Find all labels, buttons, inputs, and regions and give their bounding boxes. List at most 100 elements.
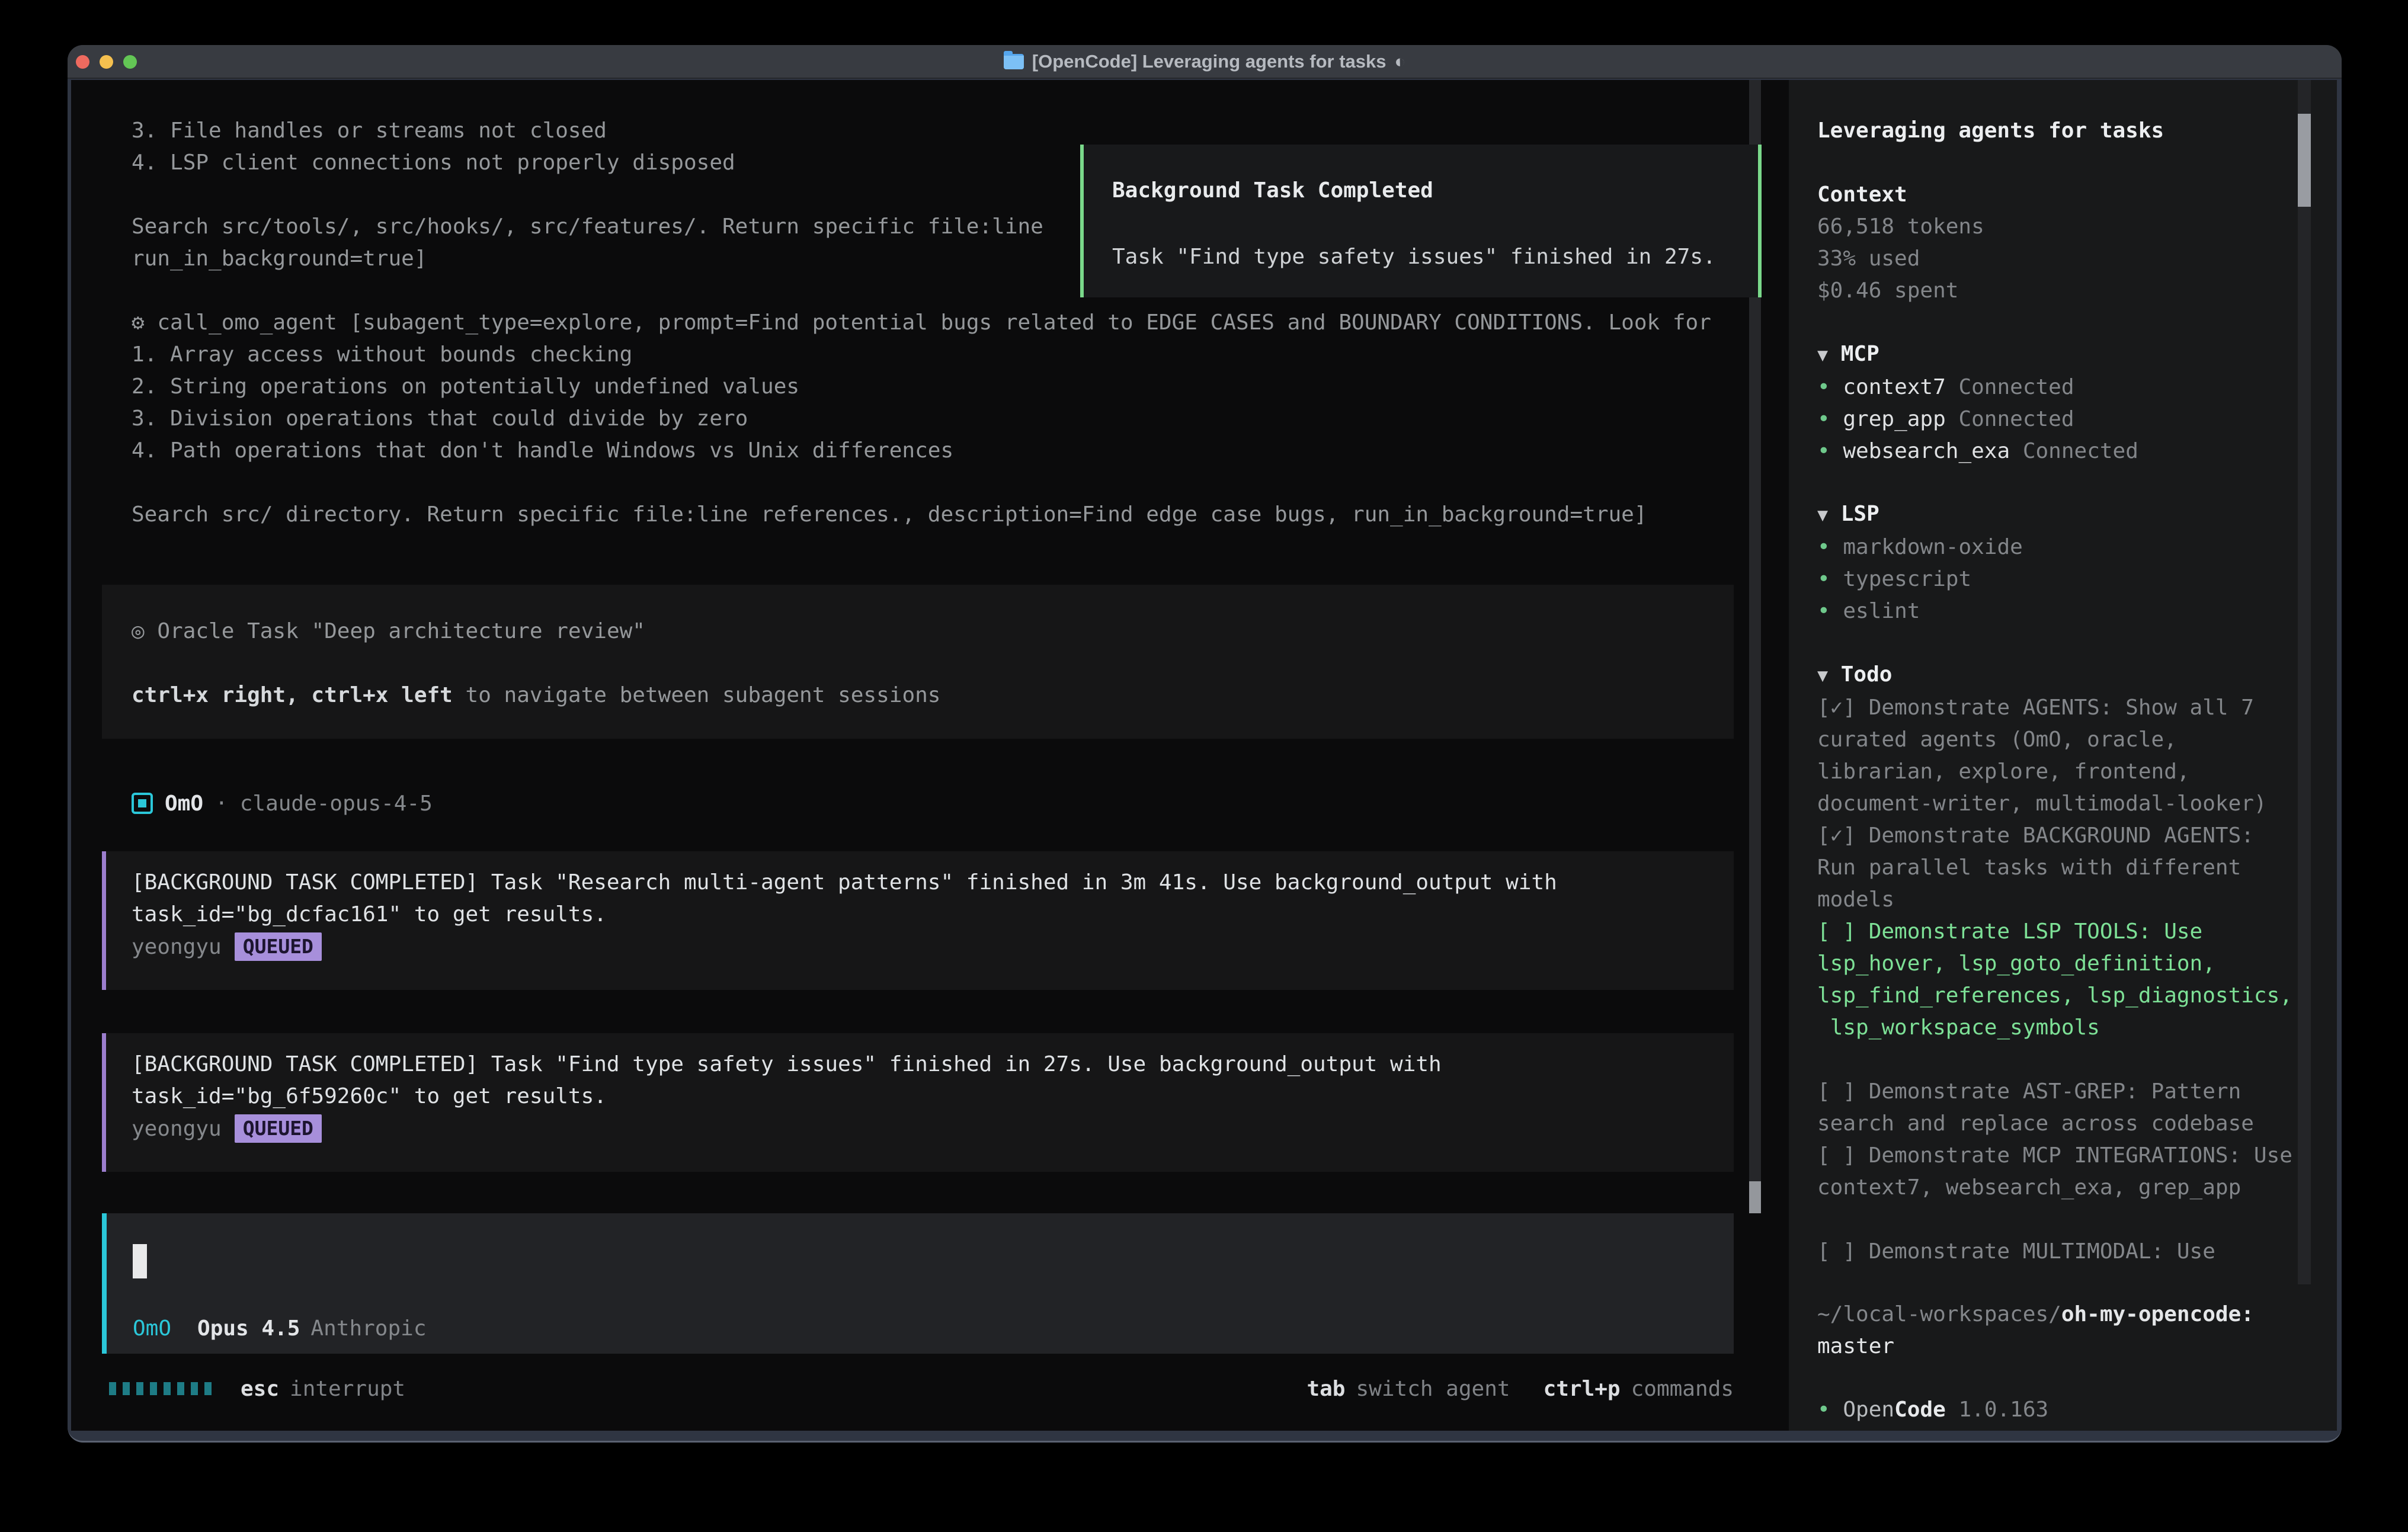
oracle-task-box: ◎ Oracle Task "Deep architecture review"…	[102, 585, 1734, 739]
toast-title: Background Task Completed	[1112, 178, 1758, 204]
minimize-button[interactable]	[100, 55, 113, 69]
bullet-icon: •	[1817, 375, 1830, 399]
screen: [OpenCode] Leveraging agents for tasks ◐…	[0, 0, 2408, 1532]
todo-item: [ ] Demonstrate LSP TOOLS: Use lsp_hover…	[1817, 916, 2303, 1044]
tab-key-label: tab	[1307, 1377, 1345, 1401]
chevron-down-icon: ▼	[1817, 345, 1828, 366]
lsp-item: • typescript	[1817, 563, 2309, 595]
provider-label: Anthropic	[310, 1316, 426, 1341]
window-title: [OpenCode] Leveraging agents for tasks ◐	[1004, 51, 1405, 72]
text-cursor	[133, 1244, 147, 1278]
transcript-line: Search src/tools/, src/hooks/, src/featu…	[132, 211, 1043, 243]
commands-hint: ctrl+p commands	[1544, 1377, 1734, 1401]
folder-icon	[1004, 54, 1024, 69]
mcp-section: ▼ MCP • context7 Connected • grep_app Co…	[1817, 338, 2309, 467]
chevron-down-icon: ▼	[1817, 665, 1828, 686]
todo-item: [ ] Demonstrate AST-GREP: Pattern search…	[1817, 1076, 2303, 1140]
mcp-item: • websearch_exa Connected	[1817, 435, 2309, 467]
window-controls	[76, 45, 137, 79]
agent-model: claude-opus-4-5	[240, 791, 433, 816]
sidebar-scrollbar-thumb[interactable]	[2298, 114, 2311, 207]
bullet-icon: •	[1817, 567, 1830, 591]
todo-heading[interactable]: ▼ Todo	[1817, 659, 2309, 692]
window-body: 3. File handles or streams not closed 4.…	[71, 80, 2337, 1428]
session-title: Leveraging agents for tasks	[1817, 115, 2309, 147]
todo-item: [✓] Demonstrate BACKGROUND AGENTS: Run p…	[1817, 820, 2303, 916]
bullet-icon: •	[1817, 535, 1830, 559]
context-spent: $0.46 spent	[1817, 275, 2309, 307]
bullet-icon: •	[1817, 439, 1830, 463]
transcript-line: 3. Division operations that could divide…	[132, 403, 748, 435]
chat-area: 3. File handles or streams not closed 4.…	[71, 80, 1789, 1431]
keyboard-shortcut: ctrl+x right, ctrl+x left	[132, 683, 453, 707]
message-meta: yeongyu QUEUED	[132, 1113, 1734, 1145]
agent-name: OmO	[165, 791, 203, 816]
interrupt-hint: esc interrupt	[241, 1377, 405, 1401]
oracle-nav-hint: ctrl+x right, ctrl+x left to navigate be…	[132, 681, 1734, 710]
status-badge: QUEUED	[235, 932, 322, 961]
transcript-line: 1. Array access without bounds checking	[132, 339, 632, 371]
transcript-line: 4. Path operations that don't handle Win…	[132, 435, 953, 467]
status-badge: QUEUED	[235, 1114, 322, 1143]
close-button[interactable]	[76, 55, 89, 69]
bullet-icon: •	[1817, 407, 1830, 431]
maximize-button[interactable]	[123, 55, 137, 69]
transcript-line: 2. String operations on potentially unde…	[132, 371, 799, 403]
transcript-line: run_in_background=true]	[132, 243, 427, 275]
background-task-toast: Background Task Completed Task "Find typ…	[1080, 145, 1762, 297]
mcp-item: • grep_app Connected	[1817, 403, 2309, 435]
background-task-message: [BACKGROUND TASK COMPLETED] Task "Find t…	[102, 1033, 1734, 1172]
switch-agent-hint: tab switch agent	[1307, 1377, 1510, 1401]
model-info-line: OmO Opus 4.5 Anthropic	[133, 1312, 427, 1344]
context-section: Context 66,518 tokens 33% used $0.46 spe…	[1817, 179, 2309, 307]
lsp-section: ▼ LSP • markdown-oxide • typescript • es…	[1817, 498, 2309, 627]
todo-item: [ ] Demonstrate MULTIMODAL: Use	[1817, 1236, 2303, 1268]
agent-header: OmO · claude-opus-4-5	[132, 787, 433, 819]
bullet-icon: •	[1817, 1398, 1830, 1422]
message-line: [BACKGROUND TASK COMPLETED] Task "Resear…	[132, 867, 1734, 899]
chevron-down-icon: ▼	[1817, 505, 1828, 525]
message-line: [BACKGROUND TASK COMPLETED] Task "Find t…	[132, 1049, 1734, 1081]
background-task-message: [BACKGROUND TASK COMPLETED] Task "Resear…	[102, 851, 1734, 990]
terminal-window: [OpenCode] Leveraging agents for tasks ◐…	[68, 45, 2342, 1443]
ctrlp-key-label: ctrl+p	[1544, 1377, 1621, 1401]
tool-call-text: call_omo_agent [subagent_type=explore, p…	[145, 310, 1711, 335]
message-author: yeongyu	[132, 1117, 222, 1141]
window-title-text: [OpenCode] Leveraging agents for tasks	[1032, 51, 1386, 72]
context-tokens: 66,518 tokens	[1817, 211, 2309, 243]
context-used: 33% used	[1817, 243, 2309, 275]
active-model-label: Opus 4.5	[197, 1316, 300, 1341]
message-line: task_id="bg_dcfac161" to get results.	[132, 899, 1734, 931]
todo-item: [ ] Demonstrate MCP INTEGRATIONS: Use co…	[1817, 1140, 2303, 1204]
bullet-icon: •	[1817, 599, 1830, 623]
sidebar-scrollbar[interactable]	[2298, 80, 2311, 1284]
record-icon: ◎	[132, 619, 145, 643]
lsp-heading[interactable]: ▼ LSP	[1817, 498, 2309, 531]
version-line: • OpenCode 1.0.163	[1817, 1394, 2309, 1426]
separator-dot: ·	[215, 791, 228, 816]
context-heading: Context	[1817, 179, 2309, 211]
toast-body: Task "Find type safety issues" finished …	[1112, 244, 1758, 270]
agent-checkbox-icon	[132, 793, 153, 814]
session-sidebar: Leveraging agents for tasks Context 66,5…	[1789, 80, 2337, 1431]
workspace-path: ~/local-workspaces/oh-my-opencode: maste…	[1817, 1299, 2303, 1363]
titlebar: [OpenCode] Leveraging agents for tasks ◐	[68, 45, 2342, 79]
esc-key-label: esc	[241, 1377, 279, 1401]
transcript-line: 3. File handles or streams not closed	[132, 115, 607, 147]
lsp-item: • markdown-oxide	[1817, 531, 2309, 563]
lsp-item: • eslint	[1817, 595, 2309, 627]
message-line: task_id="bg_6f59260c" to get results.	[132, 1081, 1734, 1113]
mcp-heading[interactable]: ▼ MCP	[1817, 338, 2309, 371]
oracle-task-title: ◎ Oracle Task "Deep architecture review"	[132, 617, 1734, 646]
status-bar: esc interrupt tab switch agent ctrl+p co…	[102, 1373, 1734, 1405]
message-author: yeongyu	[132, 935, 222, 959]
spinner-dots-icon	[109, 1382, 212, 1395]
prompt-input[interactable]: OmO Opus 4.5 Anthropic	[102, 1213, 1734, 1354]
tool-call-line: ⚙ call_omo_agent [subagent_type=explore,…	[132, 307, 1711, 339]
chat-scrollbar-thumb[interactable]	[1749, 1181, 1761, 1213]
todo-section: ▼ Todo [✓] Demonstrate AGENTS: Show all …	[1817, 659, 2309, 1268]
mcp-item: • context7 Connected	[1817, 371, 2309, 403]
shortcut-hints: tab switch agent ctrl+p commands	[1307, 1377, 1734, 1401]
message-meta: yeongyu QUEUED	[132, 931, 1734, 963]
transcript-line: 4. LSP client connections not properly d…	[132, 147, 735, 179]
